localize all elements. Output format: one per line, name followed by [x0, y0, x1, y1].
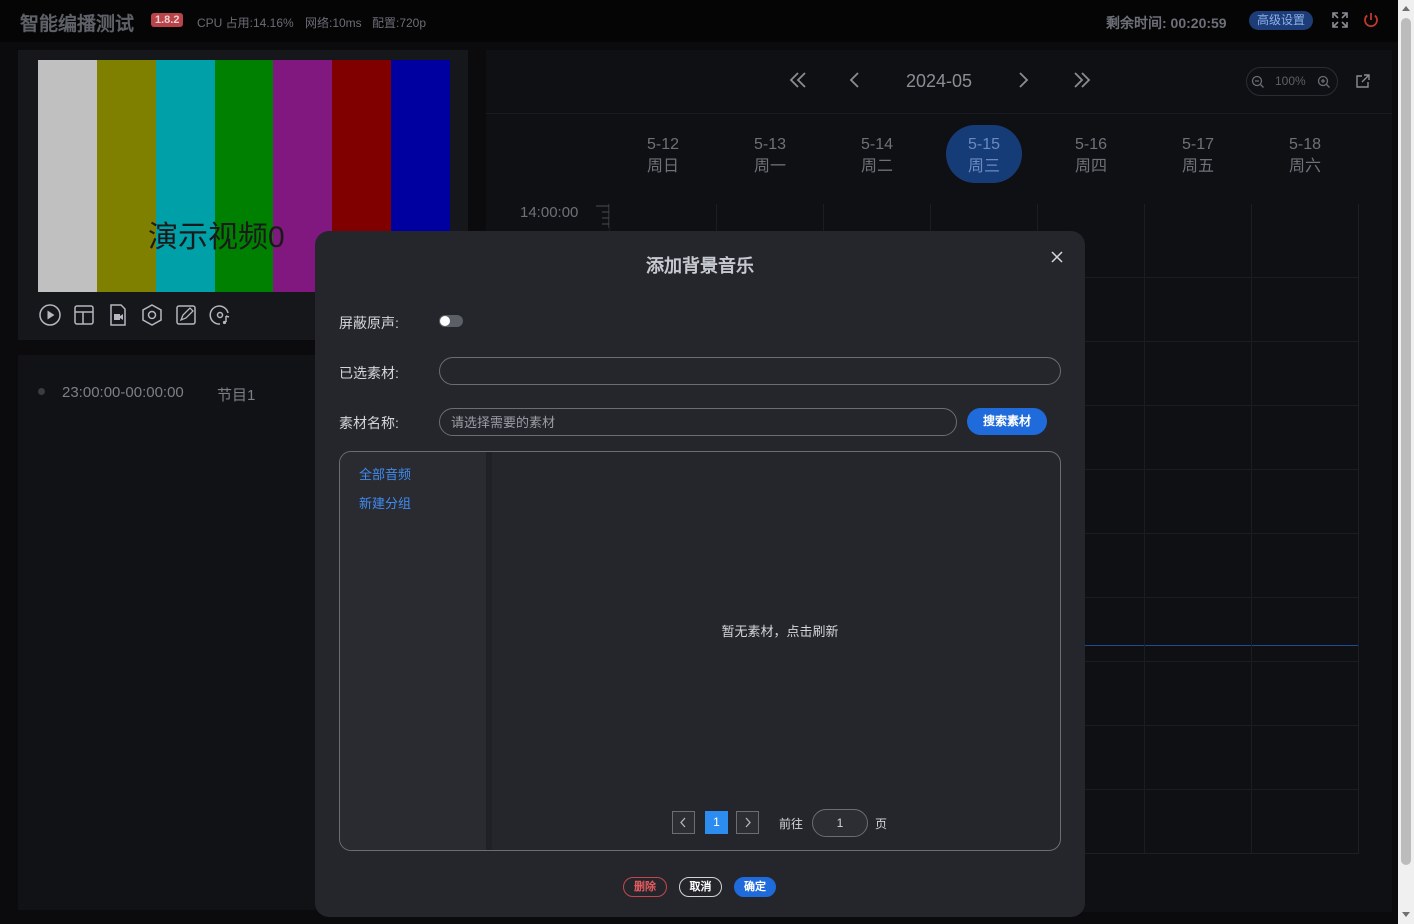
- program-status-dot: [38, 388, 45, 395]
- scroll-up-arrow[interactable]: [1402, 6, 1410, 11]
- search-material-button[interactable]: 搜索素材: [967, 408, 1047, 435]
- day-weekday: 周四: [1074, 158, 1107, 175]
- selected-material-field[interactable]: [439, 357, 1061, 385]
- add-bgm-dialog: 添加背景音乐 屏蔽原声: 已选素材: 素材名称: 搜索素材 全部音频 新建分组 …: [315, 231, 1085, 917]
- day-date: 5-18: [1288, 136, 1322, 153]
- fullscreen-icon[interactable]: [1331, 11, 1349, 29]
- selected-label: 已选素材:: [339, 365, 399, 381]
- mute-label: 屏蔽原声:: [339, 315, 399, 331]
- toggle-knob: [440, 316, 450, 326]
- version-badge: 1.8.2: [151, 13, 184, 27]
- time-ticks: [596, 204, 610, 228]
- prev-month-icon[interactable]: [848, 68, 862, 98]
- day-date: 5-16: [1074, 136, 1108, 153]
- day-column-header[interactable]: 5-12 周日: [625, 134, 701, 178]
- grid-column-line: [1251, 204, 1252, 853]
- time-axis-label: 14:00:00: [520, 204, 579, 221]
- zoom-out-icon[interactable]: [1251, 75, 1265, 89]
- day-column-header[interactable]: 5-16 周四: [1053, 134, 1129, 178]
- color-bar: [214, 60, 274, 292]
- day-column-header[interactable]: 5-14 周二: [839, 134, 915, 178]
- camera-file-icon[interactable]: [106, 303, 130, 327]
- next-year-icon[interactable]: [1072, 68, 1092, 98]
- group-all-audio[interactable]: 全部音频: [359, 464, 411, 483]
- material-name-input[interactable]: [439, 408, 957, 436]
- day-column-header[interactable]: 5-13 周一: [732, 134, 808, 178]
- next-page-button[interactable]: [736, 811, 759, 834]
- material-name-label: 素材名称:: [339, 415, 399, 431]
- day-column-header[interactable]: 5-18 周六: [1267, 134, 1343, 178]
- grid-column-line: [1144, 204, 1145, 853]
- remaining-time: 剩余时间: 00:20:59: [1106, 15, 1227, 31]
- page-unit: 页: [875, 817, 888, 831]
- close-icon[interactable]: [1050, 250, 1064, 264]
- calendar-month: 2024-05: [906, 71, 973, 91]
- prev-year-icon[interactable]: [788, 68, 808, 98]
- program-time[interactable]: 23:00:00-00:00:00: [62, 384, 184, 401]
- day-weekday: 周一: [753, 158, 786, 175]
- material-browser: 全部音频 新建分组 暂无素材，点击刷新 1 前往 1 页: [339, 451, 1061, 851]
- day-column-header[interactable]: 5-15 周三: [946, 125, 1022, 183]
- preview-controls: [38, 303, 232, 327]
- day-weekday: 周六: [1288, 158, 1321, 175]
- cancel-button[interactable]: 取消: [679, 877, 722, 897]
- day-weekday: 周日: [646, 158, 679, 175]
- day-date: 5-17: [1181, 136, 1215, 153]
- video-title: 演示视频0: [148, 221, 285, 254]
- goto-page-input[interactable]: 1: [812, 809, 868, 837]
- group-sidebar: 全部音频 新建分组: [340, 452, 492, 850]
- zoom-in-icon[interactable]: [1317, 75, 1331, 89]
- chevron-right-icon: [745, 817, 751, 828]
- scroll-down-arrow[interactable]: [1402, 912, 1410, 917]
- chevron-left-icon: [680, 817, 686, 828]
- page-current[interactable]: 1: [705, 811, 728, 834]
- layout-icon[interactable]: [72, 303, 96, 327]
- day-weekday: 周五: [1181, 158, 1214, 175]
- config-resolution: 配置:720p: [372, 16, 427, 30]
- music-disc-icon[interactable]: [208, 303, 232, 327]
- day-date: 5-13: [753, 136, 787, 153]
- edit-icon[interactable]: [174, 303, 198, 327]
- advanced-settings-button[interactable]: 高级设置: [1249, 11, 1314, 30]
- goto-label: 前往: [779, 817, 804, 831]
- app-title: 智能编播测试: [20, 14, 135, 35]
- cpu-usage: CPU 占用:14.16%: [197, 16, 294, 30]
- day-date: 5-15: [967, 136, 1001, 153]
- play-icon[interactable]: [38, 303, 62, 327]
- prev-page-button[interactable]: [672, 811, 695, 834]
- color-bar: [38, 60, 97, 292]
- day-column-header[interactable]: 5-17 周五: [1160, 134, 1236, 178]
- color-bar: [155, 60, 215, 292]
- scroll-thumb[interactable]: [1401, 18, 1411, 865]
- power-icon[interactable]: [1362, 11, 1380, 29]
- day-date: 5-12: [646, 136, 680, 153]
- day-date: 5-14: [860, 136, 894, 153]
- empty-state[interactable]: 暂无素材，点击刷新: [498, 621, 1060, 640]
- external-link-icon[interactable]: [1355, 73, 1371, 89]
- settings-hex-icon[interactable]: [140, 303, 164, 327]
- dialog-title: 添加背景音乐: [646, 256, 754, 276]
- confirm-button[interactable]: 确定: [734, 877, 776, 897]
- day-weekday: 周三: [967, 158, 1000, 175]
- zoom-level: 100%: [1275, 74, 1306, 88]
- group-new[interactable]: 新建分组: [359, 493, 411, 512]
- network-latency: 网络:10ms: [305, 16, 362, 30]
- mute-original-toggle[interactable]: [439, 315, 463, 327]
- program-name[interactable]: 节目1: [217, 384, 255, 405]
- next-month-icon[interactable]: [1016, 68, 1030, 98]
- top-bar: 智能编播测试 1.8.2 CPU 占用:14.16% 网络:10ms 配置:72…: [0, 0, 1398, 42]
- delete-button[interactable]: 删除: [623, 877, 667, 897]
- day-weekday: 周二: [860, 158, 893, 175]
- color-bar: [96, 60, 156, 292]
- page-scrollbar[interactable]: [1398, 0, 1414, 924]
